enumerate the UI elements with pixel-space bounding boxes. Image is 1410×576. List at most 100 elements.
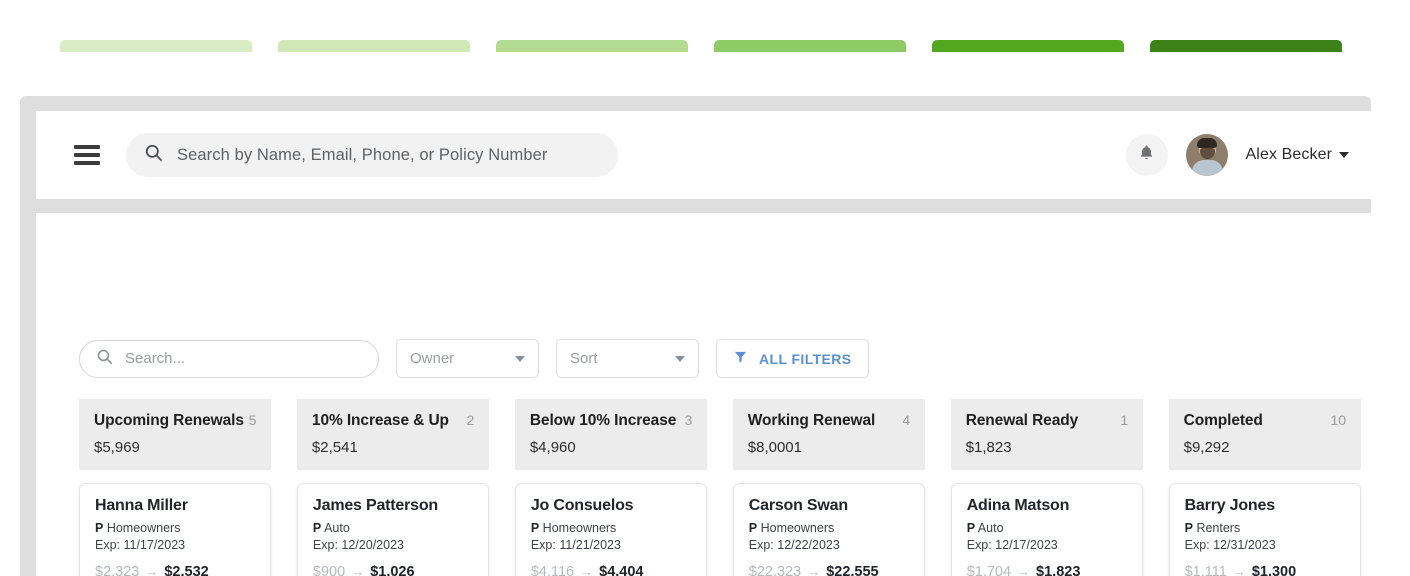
column-title: 10% Increase & Up (311, 412, 449, 429)
card-customer-name: Carson Swan (748, 497, 848, 514)
column-header-row: Renewal Ready 1 (966, 412, 1128, 430)
pipeline-bars-row (60, 40, 1343, 52)
policy-prefix-badge: P (966, 521, 976, 535)
column-total-amount: $2,541 (311, 439, 358, 456)
arrow-right-icon: → (1017, 564, 1031, 576)
column-title: Upcoming Renewals (94, 412, 244, 429)
hamburger-bar (74, 145, 100, 149)
renewal-card[interactable]: Jo Consuelos P Homeowners Exp: 11/21/2023 $… (514, 483, 708, 576)
filter-toolbar: Search... Owner Sort ALL FILTERS (79, 339, 869, 378)
hamburger-bar (74, 153, 100, 157)
premium-new: $1,823 (1036, 564, 1081, 576)
column-header-row: Below 10% Increase 3 (530, 412, 692, 430)
column-total-amount: $1,823 (965, 439, 1012, 456)
column-total-amount: $9,292 (1183, 439, 1230, 456)
arrow-right-icon: → (580, 564, 594, 576)
premium-old: $4,116 (530, 564, 575, 576)
kanban-column: 10% Increase & Up 2 $2,541 James Patterson P… (296, 399, 490, 576)
avatar-hair (1197, 137, 1218, 148)
card-customer-name: Barry Jones (1184, 497, 1275, 514)
kanban-column: Renewal Ready 1 $1,823 Adina Matson P Auto Ex… (950, 399, 1144, 576)
hamburger-icon[interactable] (74, 145, 100, 165)
policy-type-label: Homeowners (106, 521, 181, 535)
user-menu-button[interactable]: Alex Becker (1246, 146, 1349, 164)
column-count: 1 (1120, 412, 1129, 428)
column-card-list: Barry Jones P Renters Exp: 12/31/2023 $1,11… (1168, 483, 1362, 576)
column-title: Renewal Ready (965, 412, 1079, 429)
column-header: Working Renewal 4 $8,0001 (732, 399, 926, 470)
card-customer-name: Hanna Miller (95, 497, 188, 514)
sort-dropdown-label: Sort (570, 350, 598, 367)
avatar[interactable] (1185, 134, 1228, 176)
card-expiry-date: Exp: 12/17/2023 (966, 537, 1058, 552)
all-filters-button[interactable]: ALL FILTERS (716, 339, 869, 378)
card-policy-type: P Homeowners (531, 520, 691, 537)
kanban-column: Working Renewal 4 $8,0001 Carson Swan P Home… (732, 399, 926, 576)
column-header: Upcoming Renewals 5 $5,969 (79, 399, 272, 470)
policy-type-label: Homeowners (542, 521, 617, 535)
arrow-right-icon: → (807, 564, 821, 576)
search-icon (96, 348, 113, 370)
card-customer-name: James Patterson (312, 497, 438, 514)
column-count: 3 (684, 412, 693, 428)
card-expiry-date: Exp: 12/20/2023 (312, 537, 404, 552)
card-customer-name: Adina Matson (966, 497, 1070, 514)
premium-old: $1,704 (966, 564, 1012, 576)
kanban-column: Completed 10 $9,292 Barry Jones P Renters Exp… (1168, 399, 1362, 576)
renewal-card[interactable]: Hanna Miller P Homeowners Exp: 11/17/2023 $… (79, 483, 272, 576)
user-name-label: Alex Becker (1245, 146, 1332, 163)
column-count: 10 (1330, 412, 1347, 428)
premium-old: $22,323 (748, 564, 802, 576)
policy-type-label: Renters (1196, 521, 1241, 535)
column-count: 2 (466, 412, 475, 428)
card-premium-change: $900 → $1,026 (313, 564, 473, 576)
premium-old: $2,323 (95, 564, 140, 576)
pipeline-bar (1149, 40, 1343, 52)
board-search-placeholder: Search... (125, 350, 186, 367)
policy-prefix-badge: P (748, 521, 758, 535)
card-policy-type: P Homeowners (95, 520, 255, 537)
column-header: 10% Increase & Up 2 $2,541 (296, 399, 490, 470)
arrow-right-icon: → (1232, 564, 1246, 576)
premium-new: $2,532 (164, 564, 209, 576)
card-premium-change: $22,323 → $22,555 (749, 564, 909, 576)
notifications-button[interactable] (1125, 134, 1168, 176)
board-search-input[interactable]: Search... (79, 339, 379, 378)
app-frame: Search by Name, Email, Phone, or Policy … (20, 96, 1371, 576)
renewals-board-panel: Search... Owner Sort ALL FILTERS Upcomin… (36, 213, 1371, 576)
column-card-list: Adina Matson P Auto Exp: 12/17/2023 $1,704 →… (950, 483, 1144, 576)
card-policy-type: P Homeowners (749, 520, 909, 537)
column-header-row: 10% Increase & Up 2 (312, 412, 474, 430)
card-expiry-date: Exp: 11/21/2023 (530, 537, 621, 552)
renewal-card[interactable]: Adina Matson P Auto Exp: 12/17/2023 $1,704 →… (950, 483, 1144, 576)
card-expiry-date: Exp: 11/17/2023 (95, 537, 186, 552)
premium-new: $1,300 (1251, 564, 1297, 576)
column-total-amount: $8,0001 (747, 439, 802, 456)
all-filters-label: ALL FILTERS (759, 350, 852, 367)
global-search-input[interactable]: Search by Name, Email, Phone, or Policy … (126, 133, 618, 177)
policy-prefix-badge: P (312, 521, 322, 535)
arrow-right-icon: → (145, 564, 159, 576)
policy-prefix-badge: P (95, 521, 104, 535)
renewal-card[interactable]: Barry Jones P Renters Exp: 12/31/2023 $1,11… (1168, 483, 1362, 576)
column-header-row: Working Renewal 4 (748, 412, 910, 430)
premium-old: $900 (312, 564, 346, 576)
arrow-right-icon: → (351, 564, 365, 576)
column-total-amount: $5,969 (94, 439, 140, 456)
policy-type-label: Auto (977, 521, 1004, 535)
policy-prefix-badge: P (530, 521, 540, 535)
premium-new: $4,404 (599, 564, 644, 576)
renewal-card[interactable]: Carson Swan P Homeowners Exp: 12/22/2023 $2… (732, 483, 926, 576)
kanban-column: Below 10% Increase 3 $4,960 Jo Consuelos P H… (514, 399, 708, 576)
owner-dropdown[interactable]: Owner (396, 339, 539, 378)
pipeline-bar (713, 40, 907, 52)
filter-funnel-icon (733, 349, 748, 369)
card-expiry-date: Exp: 12/31/2023 (1184, 537, 1276, 552)
column-total-amount: $4,960 (529, 439, 576, 456)
hamburger-bar (74, 161, 100, 165)
renewal-card[interactable]: James Patterson P Auto Exp: 12/20/2023 $900… (296, 483, 490, 576)
sort-dropdown[interactable]: Sort (556, 339, 699, 378)
column-card-list: Hanna Miller P Homeowners Exp: 11/17/2023 $… (79, 483, 272, 576)
column-card-list: Carson Swan P Homeowners Exp: 12/22/2023 $2… (732, 483, 926, 576)
chevron-down-icon (1339, 152, 1349, 158)
